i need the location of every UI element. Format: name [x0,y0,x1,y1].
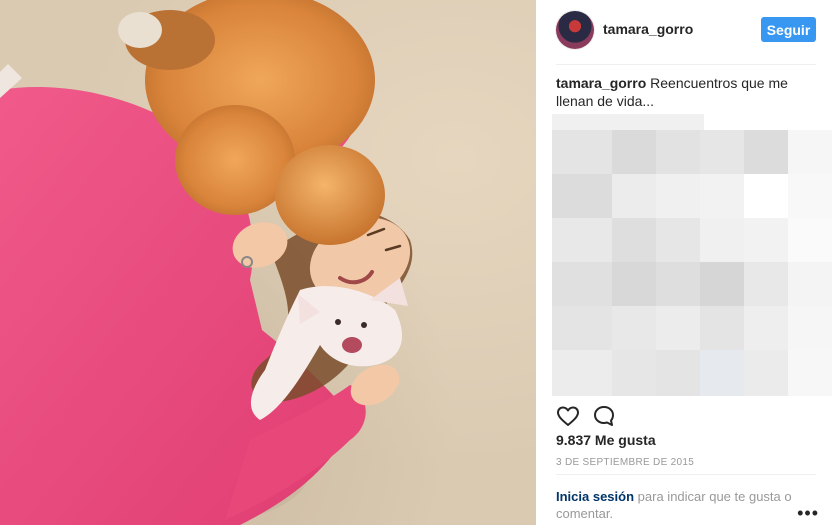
post-caption: tamara_gorro Reencuentros que me llenan … [556,74,811,110]
post-side-panel: tamara_gorro Seguir tamara_gorro Reencue… [536,0,833,525]
header-divider [556,64,816,65]
post-date[interactable]: 3 DE SEPTIEMBRE DE 2015 [556,457,694,468]
footer-divider [556,474,816,475]
photo-illustration [0,0,413,525]
login-link[interactable]: Inicia sesión [556,489,634,504]
post-photo[interactable] [0,0,536,525]
caption-username[interactable]: tamara_gorro [556,75,646,91]
heart-icon[interactable] [556,404,580,428]
post-header: tamara_gorro Seguir [536,0,833,64]
comment-icon[interactable] [592,404,616,428]
follow-button[interactable]: Seguir [761,17,816,42]
author-avatar[interactable] [556,11,594,49]
likes-count[interactable]: 9.837 Me gusta [556,432,656,448]
blurred-comments [552,114,833,396]
author-username[interactable]: tamara_gorro [603,21,693,37]
more-options-icon[interactable]: ••• [797,503,819,524]
login-prompt: Inicia sesión para indicar que te gusta … [556,488,821,522]
